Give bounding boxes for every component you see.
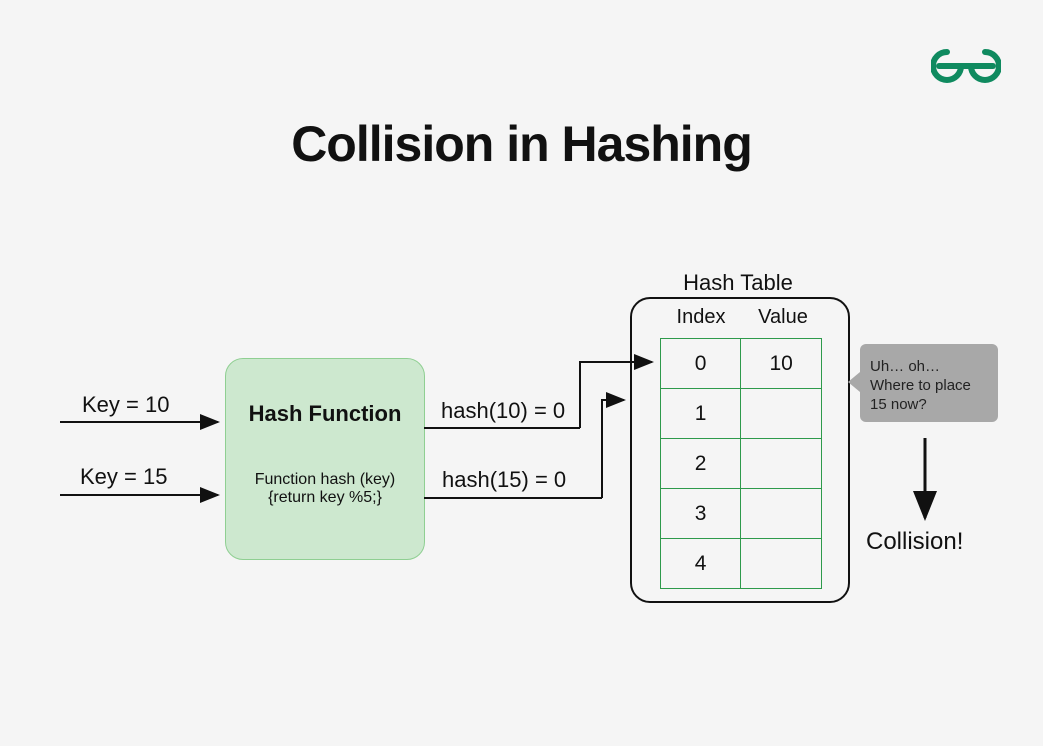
table-row: 2 xyxy=(661,439,822,489)
cell-value: 10 xyxy=(741,339,822,389)
cell-index: 2 xyxy=(661,439,741,489)
table-row: 0 10 xyxy=(661,339,822,389)
hash-function-code-line1: Function hash (key) xyxy=(226,471,424,489)
speech-bubble: Uh… oh… Where to place 15 now? xyxy=(860,344,998,422)
cell-value xyxy=(741,439,822,489)
hash-table: 0 10 1 2 3 4 xyxy=(660,338,822,589)
table-row: 4 xyxy=(661,539,822,589)
hash-function-code-line2: {return key %5;} xyxy=(226,489,424,507)
cell-index: 4 xyxy=(661,539,741,589)
hash-result-1: hash(10) = 0 xyxy=(441,398,565,424)
hash-table-headers: Index Value xyxy=(660,306,824,329)
diagram-title: Collision in Hashing xyxy=(0,115,1043,173)
cell-value xyxy=(741,539,822,589)
gfg-logo xyxy=(931,48,1001,89)
hash-table-header-index: Index xyxy=(660,306,742,329)
cell-index: 0 xyxy=(661,339,741,389)
hash-table-title: Hash Table xyxy=(630,270,846,296)
hash-table-header-value: Value xyxy=(742,306,824,329)
collision-label: Collision! xyxy=(866,528,963,556)
hash-function-title: Hash Function xyxy=(226,401,424,427)
cell-index: 3 xyxy=(661,489,741,539)
table-row: 3 xyxy=(661,489,822,539)
cell-value xyxy=(741,389,822,439)
hash-result-2: hash(15) = 0 xyxy=(442,467,566,493)
key-1-label: Key = 10 xyxy=(82,392,169,418)
cell-index: 1 xyxy=(661,389,741,439)
table-row: 1 xyxy=(661,389,822,439)
key-2-label: Key = 15 xyxy=(80,464,167,490)
cell-value xyxy=(741,489,822,539)
hash-function-box: Hash Function Function hash (key) {retur… xyxy=(225,358,425,560)
